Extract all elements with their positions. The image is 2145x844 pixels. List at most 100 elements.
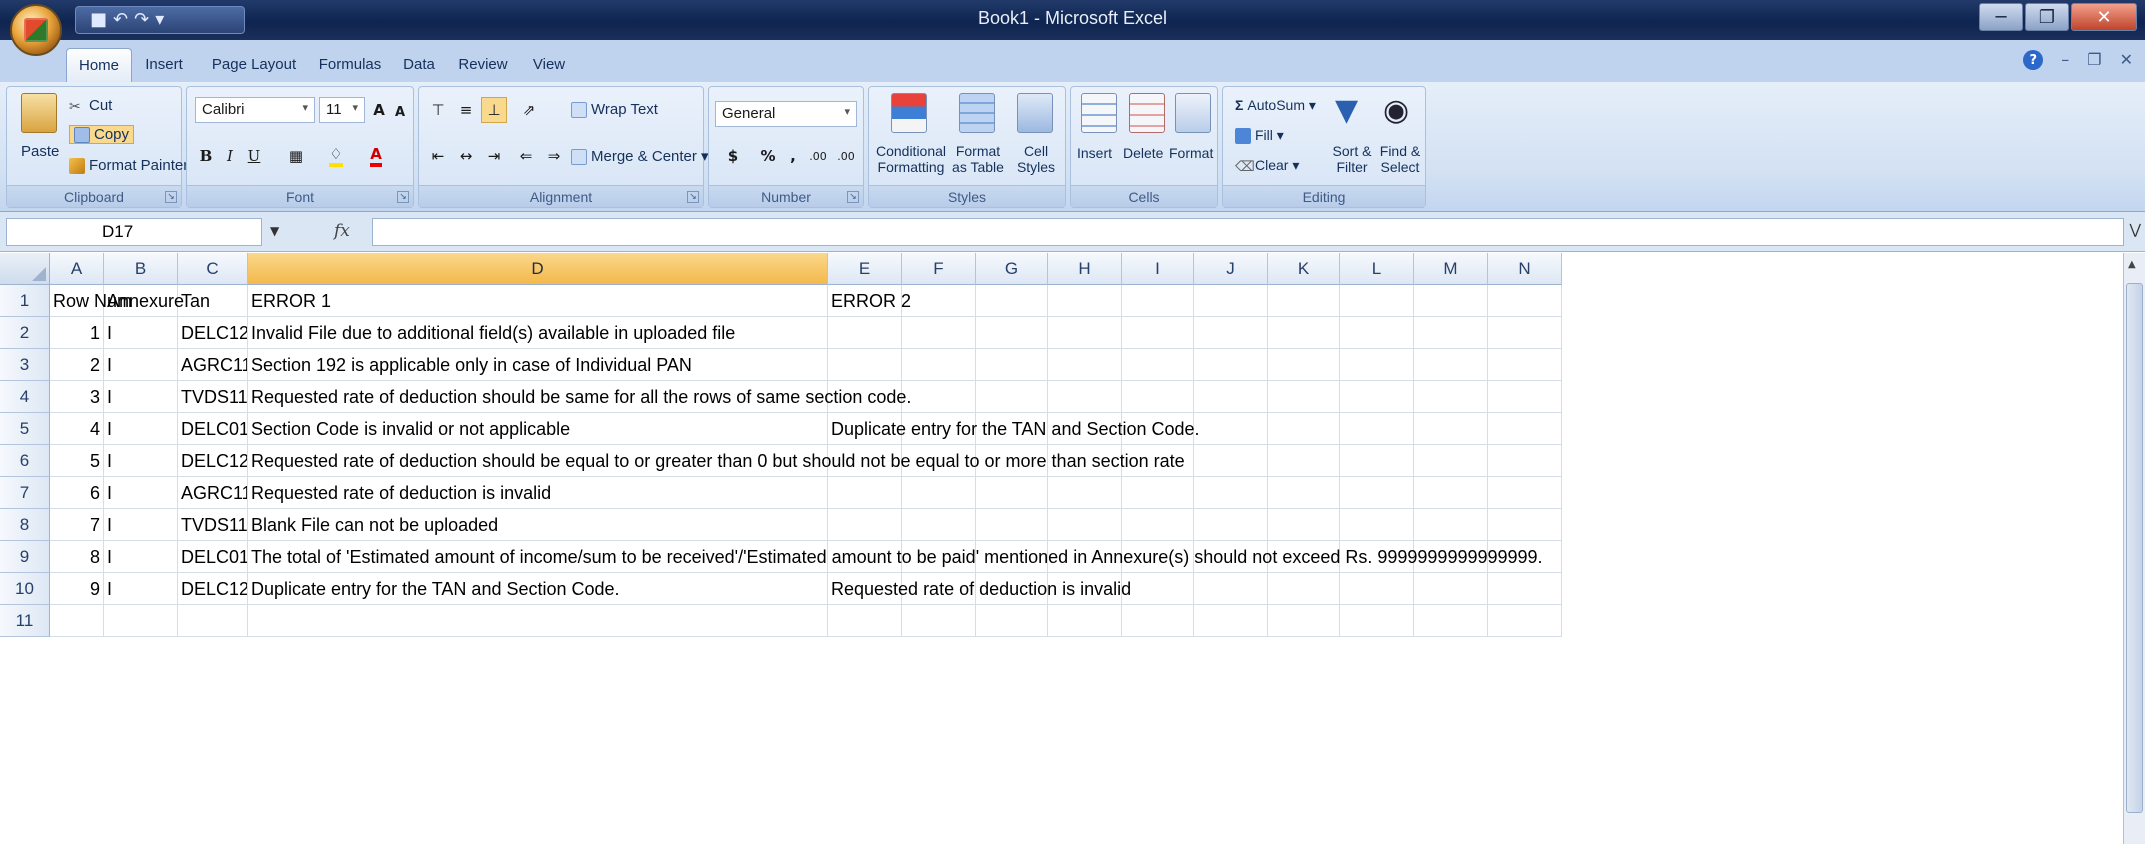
- format-button[interactable]: Format: [1169, 145, 1213, 161]
- cell-m8[interactable]: [1414, 509, 1488, 541]
- cell-f11[interactable]: [902, 605, 976, 637]
- cell-f1[interactable]: [902, 285, 976, 317]
- fill-color-icon[interactable]: ♢: [319, 143, 353, 169]
- cell-j3[interactable]: [1194, 349, 1268, 381]
- cell-a5[interactable]: 4: [50, 413, 104, 445]
- cell-i8[interactable]: [1122, 509, 1194, 541]
- cell-m6[interactable]: [1414, 445, 1488, 477]
- row-header[interactable]: 8: [0, 509, 50, 541]
- cell-b9[interactable]: I: [104, 541, 178, 573]
- office-button[interactable]: [10, 4, 62, 56]
- tab-view[interactable]: View: [522, 48, 576, 82]
- column-header-k[interactable]: K: [1268, 253, 1340, 285]
- row-header[interactable]: 7: [0, 477, 50, 509]
- cell-g1[interactable]: [976, 285, 1048, 317]
- cell-b2[interactable]: I: [104, 317, 178, 349]
- cell-f4[interactable]: [902, 381, 976, 413]
- tab-page-layout[interactable]: Page Layout: [202, 48, 306, 82]
- cell-m4[interactable]: [1414, 381, 1488, 413]
- cell-i1[interactable]: [1122, 285, 1194, 317]
- column-header-d[interactable]: D: [248, 253, 828, 285]
- cell-l8[interactable]: [1340, 509, 1414, 541]
- delete-button[interactable]: Delete: [1123, 145, 1163, 161]
- cell-m3[interactable]: [1414, 349, 1488, 381]
- cell-l11[interactable]: [1340, 605, 1414, 637]
- cell-m11[interactable]: [1414, 605, 1488, 637]
- format-as-table-icon[interactable]: [959, 93, 995, 133]
- chevron-down-icon[interactable]: ▼: [270, 224, 279, 238]
- cell-i4[interactable]: [1122, 381, 1194, 413]
- cell-n1[interactable]: [1488, 285, 1562, 317]
- cell-i2[interactable]: [1122, 317, 1194, 349]
- row-header[interactable]: 6: [0, 445, 50, 477]
- cell-l4[interactable]: [1340, 381, 1414, 413]
- cell-g8[interactable]: [976, 509, 1048, 541]
- cell-m2[interactable]: [1414, 317, 1488, 349]
- clipboard-launcher-icon[interactable]: ↘: [165, 191, 177, 203]
- cell-c3[interactable]: AGRC115:: [178, 349, 248, 381]
- cell-j4[interactable]: [1194, 381, 1268, 413]
- cell-l2[interactable]: [1340, 317, 1414, 349]
- cell-b1[interactable]: Annexure: [104, 285, 184, 317]
- cell-f8[interactable]: [902, 509, 976, 541]
- cell-a1[interactable]: Row Num: [50, 285, 132, 317]
- cell-c8[interactable]: TVDS111C: [178, 509, 248, 541]
- cell-c1[interactable]: Tan: [178, 285, 248, 317]
- cell-c11[interactable]: [178, 605, 248, 637]
- cell-c10[interactable]: DELC1235: [178, 573, 248, 605]
- cell-a9[interactable]: 8: [50, 541, 104, 573]
- find-select-button[interactable]: Find & Select: [1375, 143, 1425, 175]
- cell-n11[interactable]: [1488, 605, 1562, 637]
- number-format-combo[interactable]: General ▾: [715, 101, 857, 127]
- column-header-m[interactable]: M: [1414, 253, 1488, 285]
- cell-j11[interactable]: [1194, 605, 1268, 637]
- vertical-scrollbar[interactable]: ▲: [2123, 253, 2145, 844]
- tab-data[interactable]: Data: [394, 48, 444, 82]
- cell-k7[interactable]: [1268, 477, 1340, 509]
- binoculars-icon[interactable]: ◉: [1383, 93, 1413, 133]
- column-header-a[interactable]: A: [50, 253, 104, 285]
- cell-a2[interactable]: 1: [50, 317, 104, 349]
- paste-icon[interactable]: [21, 93, 57, 133]
- cell-h1[interactable]: [1048, 285, 1122, 317]
- column-header-j[interactable]: J: [1194, 253, 1268, 285]
- clear-button[interactable]: ⌫Clear ▾: [1235, 157, 1299, 174]
- cell-n4[interactable]: [1488, 381, 1562, 413]
- cell-d10[interactable]: Duplicate entry for the TAN and Section …: [248, 573, 828, 605]
- cell-l7[interactable]: [1340, 477, 1414, 509]
- cell-e1[interactable]: ERROR 2: [828, 285, 911, 317]
- close-button[interactable]: ✕: [2071, 3, 2137, 31]
- cell-f3[interactable]: [902, 349, 976, 381]
- cell-n10[interactable]: [1488, 573, 1562, 605]
- cell-l5[interactable]: [1340, 413, 1414, 445]
- cell-l1[interactable]: [1340, 285, 1414, 317]
- insert-cells-icon[interactable]: [1081, 93, 1117, 133]
- cell-n6[interactable]: [1488, 445, 1562, 477]
- cell-j8[interactable]: [1194, 509, 1268, 541]
- cell-styles-icon[interactable]: [1017, 93, 1053, 133]
- cell-i11[interactable]: [1122, 605, 1194, 637]
- cell-f2[interactable]: [902, 317, 976, 349]
- increase-decimal-button[interactable]: .00: [805, 143, 831, 169]
- format-cells-icon[interactable]: [1175, 93, 1211, 133]
- cell-g2[interactable]: [976, 317, 1048, 349]
- underline-button[interactable]: U: [243, 143, 265, 169]
- copy-button[interactable]: Copy: [69, 125, 135, 145]
- font-name-combo[interactable]: Calibri ▾: [195, 97, 315, 123]
- cell-e7[interactable]: [828, 477, 902, 509]
- row-header[interactable]: 10: [0, 573, 50, 605]
- align-center-icon[interactable]: ↔: [453, 143, 479, 169]
- cell-j1[interactable]: [1194, 285, 1268, 317]
- cell-d7[interactable]: Requested rate of deduction is invalid: [248, 477, 828, 509]
- conditional-formatting-icon[interactable]: [891, 93, 927, 133]
- cell-e2[interactable]: [828, 317, 902, 349]
- cell-c2[interactable]: DELC1235: [178, 317, 248, 349]
- row-header[interactable]: 1: [0, 285, 50, 317]
- conditional-formatting-button[interactable]: Conditional Formatting: [873, 143, 949, 175]
- cell-i3[interactable]: [1122, 349, 1194, 381]
- row-header[interactable]: 5: [0, 413, 50, 445]
- wrap-text-button[interactable]: Wrap Text: [571, 101, 658, 119]
- cell-k3[interactable]: [1268, 349, 1340, 381]
- scroll-thumb[interactable]: [2126, 283, 2143, 813]
- italic-button[interactable]: I: [219, 143, 241, 169]
